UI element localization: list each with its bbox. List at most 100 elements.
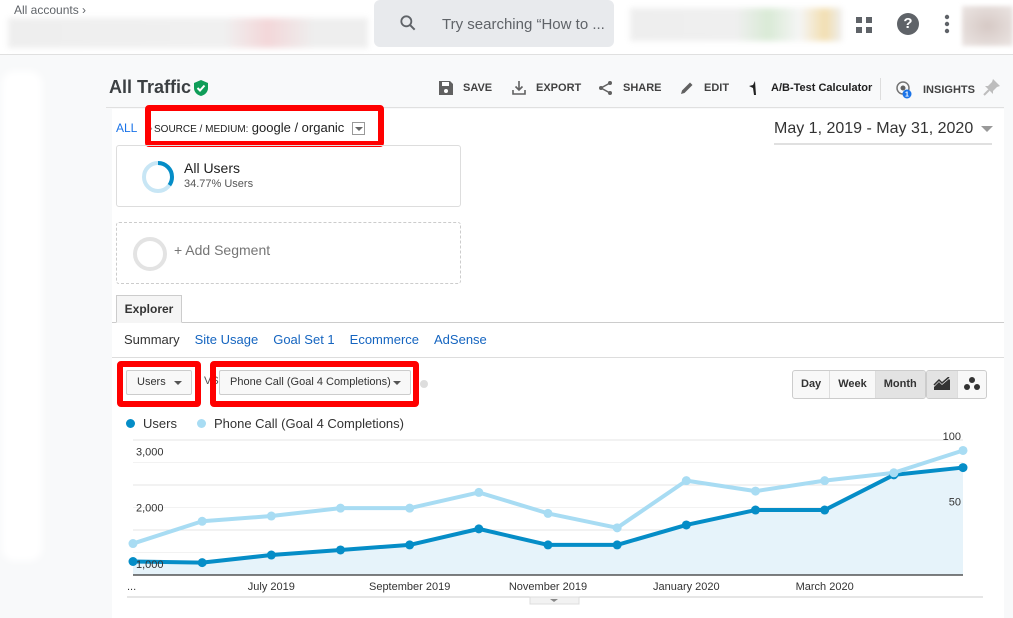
phone-call-data-point[interactable] [543, 508, 553, 518]
account-selector-blurred[interactable] [8, 18, 368, 48]
verified-shield-icon [194, 80, 208, 96]
apps-grid-icon[interactable] [855, 16, 873, 34]
users-data-point[interactable] [474, 524, 484, 534]
x-axis-tick-label: ... [127, 581, 136, 593]
month-button[interactable]: Month [875, 371, 925, 398]
avatar[interactable] [962, 6, 1013, 46]
phone-call-data-point[interactable] [197, 516, 207, 526]
users-data-point[interactable] [958, 463, 968, 473]
export-label: EXPORT [536, 82, 582, 94]
granularity-toggle: Day Week Month [792, 370, 926, 399]
toolbar-divider [880, 78, 881, 100]
users-data-point[interactable] [820, 505, 830, 515]
legend-item-phone-call[interactable]: Phone Call (Goal 4 Completions) [196, 416, 404, 431]
phone-call-data-point[interactable] [889, 468, 899, 478]
pencil-icon [681, 82, 693, 94]
users-data-point[interactable] [751, 505, 760, 515]
week-button[interactable]: Week [830, 371, 876, 398]
day-button[interactable]: Day [793, 371, 831, 398]
share-label: SHARE [623, 82, 662, 94]
add-segment-button[interactable]: + Add Segment [116, 222, 461, 284]
phone-call-data-point[interactable] [751, 486, 760, 496]
ab-test-calculator-button[interactable]: A/B-Test Calculator [746, 80, 872, 96]
subtab-ecommerce[interactable]: Ecommerce [350, 332, 419, 347]
users-data-point[interactable] [405, 540, 415, 550]
subtab-divider [112, 357, 1004, 358]
chevron-right-icon: › [82, 3, 87, 17]
segment-card-all-users[interactable]: All Users 34.77% Users [116, 145, 461, 207]
legend-dot-users [126, 419, 135, 428]
phone-call-data-point[interactable] [128, 539, 138, 549]
x-axis-tick-label: January 2020 [653, 581, 720, 593]
y-axis-left-tick-label: 1,000 [136, 559, 164, 571]
secondary-metric-select[interactable]: Phone Call (Goal 4 Completions) [219, 370, 411, 395]
date-range-picker[interactable]: May 1, 2019 - May 31, 2020 [774, 120, 994, 145]
ab-test-label: A/B-Test Calculator [771, 82, 873, 94]
legend-label-users: Users [143, 416, 177, 431]
subtab-site-usage[interactable]: Site Usage [195, 332, 259, 347]
segment-name: All Users [184, 160, 241, 176]
all-accounts-link[interactable]: All accounts [14, 3, 79, 17]
y-axis-left-tick-label: 2,000 [136, 503, 164, 515]
pin-icon[interactable] [983, 78, 1001, 96]
users-data-point[interactable] [681, 520, 691, 530]
filter-all-link[interactable]: ALL [116, 121, 137, 135]
phone-call-data-point[interactable] [405, 503, 415, 513]
insights-label: INSIGHTS [923, 84, 975, 96]
phone-call-data-point[interactable] [820, 476, 830, 486]
legend-item-users[interactable]: Users [126, 416, 177, 431]
phone-call-data-point[interactable] [958, 445, 968, 455]
phone-call-data-point[interactable] [612, 523, 622, 533]
chart-type-toggle [926, 370, 987, 399]
blurred-header-content [630, 8, 842, 41]
line-chart-icon [933, 376, 950, 391]
search-box[interactable]: Try searching “How to ... [374, 0, 614, 47]
phone-call-data-point[interactable] [681, 476, 691, 486]
segment-donut-icon [142, 161, 174, 193]
users-data-point[interactable] [197, 558, 207, 568]
phone-call-data-point[interactable] [266, 511, 276, 521]
users-data-point[interactable] [612, 540, 622, 550]
users-data-point[interactable] [543, 540, 553, 550]
save-button[interactable]: SAVE [438, 80, 492, 96]
subtab-summary[interactable]: Summary [124, 332, 180, 347]
remove-comparison-icon[interactable] [420, 380, 428, 388]
legend-label-phone-call: Phone Call (Goal 4 Completions) [213, 416, 404, 431]
subtab-goal-set-1[interactable]: Goal Set 1 [273, 332, 334, 347]
edit-button[interactable]: EDIT [679, 80, 729, 96]
y-axis-right-tick-label: 100 [943, 431, 961, 443]
empty-segment-circle-icon [133, 237, 167, 271]
share-icon [599, 81, 612, 95]
edit-label: EDIT [704, 82, 730, 94]
filter-dimension-value: google / organic [251, 120, 345, 135]
users-data-point[interactable] [336, 545, 345, 555]
motion-chart-button[interactable] [958, 371, 986, 398]
help-icon[interactable]: ? [897, 13, 919, 35]
export-button[interactable]: EXPORT [511, 80, 581, 96]
line-chart-button[interactable] [927, 371, 958, 398]
ab-test-icon [749, 81, 756, 95]
users-data-point[interactable] [266, 550, 276, 560]
legend-dot-phone-call [196, 419, 206, 428]
filter-dimension-label: SOURCE / MEDIUM: [154, 124, 249, 135]
phone-call-data-point[interactable] [474, 487, 484, 497]
phone-call-data-point[interactable] [336, 503, 345, 513]
date-range-text: May 1, 2019 - May 31, 2020 [774, 120, 974, 137]
chevron-down-icon [981, 125, 994, 132]
search-icon [400, 15, 416, 31]
segment-share: 34.77% Users [184, 178, 254, 190]
secondary-metric-value: Phone Call (Goal 4 Completions) [230, 376, 391, 388]
source-medium-filter[interactable]: SOURCE / MEDIUM: google / organic [154, 120, 365, 136]
primary-metric-select[interactable]: Users [126, 370, 192, 395]
all-accounts-breadcrumb[interactable]: All accounts › [14, 3, 86, 17]
filter-dropdown-icon[interactable] [351, 122, 365, 136]
subtab-adsense[interactable]: AdSense [434, 332, 487, 347]
report-main: All Traffic SAVE EXPORT SHARE EDIT A/B-T… [106, 56, 1013, 618]
insights-button[interactable]: 1 INSIGHTS [894, 80, 975, 100]
search-placeholder: Try searching “How to ... [442, 16, 605, 33]
x-axis-tick-label: July 2019 [248, 581, 295, 593]
tab-explorer[interactable]: Explorer [116, 295, 182, 323]
more-vert-icon[interactable] [944, 14, 950, 34]
top-bar: All accounts › Try searching “How to ...… [0, 0, 1013, 55]
share-button[interactable]: SHARE [598, 80, 662, 96]
